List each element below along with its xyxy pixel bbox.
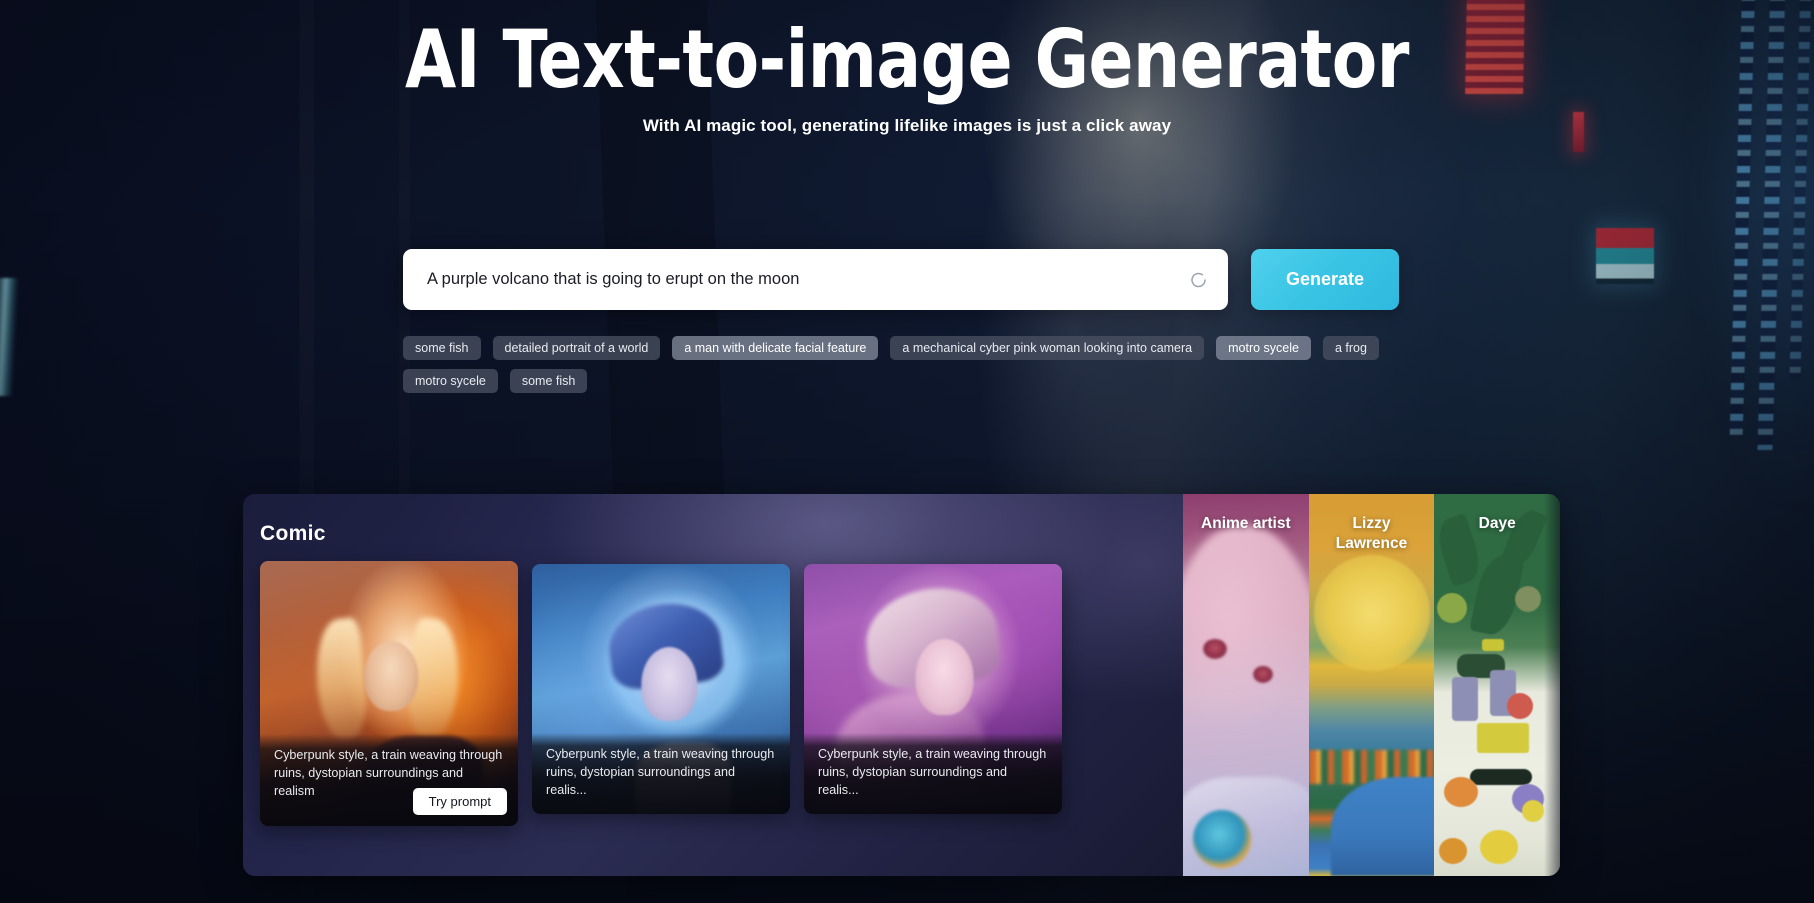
art-detail — [310, 617, 371, 742]
artist-name-label: Daye — [1478, 515, 1516, 532]
chip-some-fish-2[interactable]: some fish — [509, 369, 588, 393]
gallery-card[interactable]: Cyberpunk style, a train weaving through… — [804, 564, 1062, 814]
artist-panel-anime-artist[interactable]: Anime artist — [1183, 494, 1309, 876]
prompt-input-container[interactable] — [403, 249, 1228, 310]
refresh-circle-icon[interactable] — [1189, 270, 1208, 289]
artist-art-detail — [1482, 639, 1505, 652]
artist-panel-daye[interactable]: Daye — [1434, 494, 1560, 876]
artist-art-detail — [1451, 677, 1478, 722]
artist-art-detail — [1331, 776, 1435, 876]
artist-art-detail — [1313, 555, 1430, 672]
chip-delicate-facial-feature[interactable]: a man with delicate facial feature — [672, 336, 879, 360]
artist-art-detail — [1477, 723, 1530, 754]
chip-motro-sycele-2[interactable]: motro sycele — [403, 369, 498, 393]
gallery-section: Comic Cyberpunk style, a train weaving t… — [243, 494, 1560, 876]
card-caption: Cyberpunk style, a train weaving through… — [546, 747, 775, 798]
gallery-category-title: Comic — [260, 522, 326, 545]
gallery-category-comic: Comic Cyberpunk style, a train weaving t… — [243, 494, 1183, 876]
chip-a-frog[interactable]: a frog — [1322, 336, 1379, 360]
generate-button[interactable]: Generate — [1251, 249, 1399, 310]
page-title: AI Text-to-image Generator — [405, 13, 1409, 106]
prompt-suggestion-chips: some fish detailed portrait of a world a… — [403, 336, 1453, 393]
page-subtitle: With AI magic tool, generating lifelike … — [642, 116, 1172, 135]
artist-name-label: Anime artist — [1201, 515, 1291, 532]
gallery-card[interactable]: Cyberpunk style, a train weaving through… — [532, 564, 790, 814]
chip-some-fish[interactable]: some fish — [403, 336, 481, 360]
prompt-search-row: Generate — [403, 249, 1399, 310]
prompt-input[interactable] — [427, 270, 1174, 289]
art-detail — [641, 646, 698, 721]
artist-art-detail — [1522, 799, 1545, 822]
gallery-card[interactable]: Cyberpunk style, a train weaving through… — [260, 561, 518, 826]
chip-mechanical-cyber-pink[interactable]: a mechanical cyber pink woman looking in… — [890, 336, 1205, 360]
page-root: AI Text-to-image Generator With AI magic… — [0, 0, 1814, 903]
artist-art-detail — [1439, 837, 1468, 864]
card-caption-overlay: Cyberpunk style, a train weaving through… — [804, 733, 1062, 814]
card-caption-overlay: Cyberpunk style, a train weaving through… — [532, 733, 790, 814]
card-caption: Cyberpunk style, a train weaving through… — [818, 747, 1047, 798]
artist-art-detail — [1436, 593, 1467, 624]
artist-art-detail — [1514, 585, 1541, 612]
art-detail — [364, 640, 419, 711]
hero-section: AI Text-to-image Generator With AI magic… — [0, 0, 1814, 136]
chip-detailed-portrait[interactable]: detailed portrait of a world — [492, 336, 661, 360]
gallery-card-list: Cyberpunk style, a train weaving through… — [258, 561, 1183, 826]
artist-art-detail — [1444, 776, 1479, 807]
artist-art-detail — [1469, 769, 1532, 786]
artist-art-detail — [1479, 830, 1518, 865]
chip-motro-sycele[interactable]: motro sycele — [1216, 336, 1311, 360]
artist-art-detail — [1507, 692, 1534, 719]
artist-panel-lizzy-lawrence[interactable]: Lizzy Lawrence — [1308, 494, 1435, 876]
artist-name-label: Lizzy Lawrence — [1335, 515, 1408, 552]
art-detail — [915, 639, 974, 715]
try-prompt-button[interactable]: Try prompt — [412, 788, 507, 815]
